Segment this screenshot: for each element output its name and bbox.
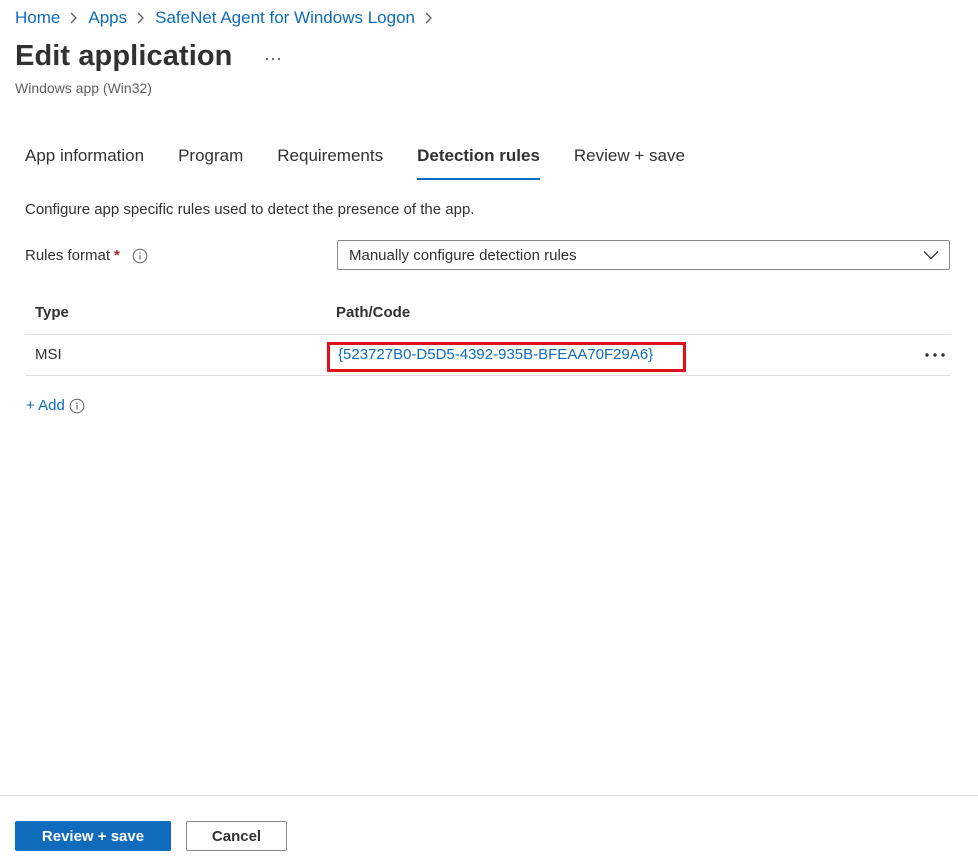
info-icon[interactable] — [69, 398, 85, 414]
section-description: Configure app specific rules used to det… — [25, 201, 475, 218]
add-rule-link[interactable]: + Add — [26, 397, 85, 414]
tab-app-information[interactable]: App information — [25, 146, 144, 180]
ellipsis-icon[interactable] — [263, 49, 283, 69]
highlight-annotation-box — [327, 342, 686, 372]
chevron-down-icon — [923, 251, 939, 260]
chevron-right-icon — [415, 7, 443, 29]
breadcrumb-app[interactable]: SafeNet Agent for Windows Logon — [155, 8, 415, 28]
rule-type-cell: MSI — [35, 346, 62, 363]
rules-format-value: Manually configure detection rules — [349, 246, 577, 264]
required-indicator: * — [114, 247, 120, 264]
rules-format-dropdown[interactable]: Manually configure detection rules — [337, 240, 950, 270]
row-more-icon[interactable] — [924, 348, 946, 360]
review-save-button[interactable]: Review + save — [15, 821, 171, 851]
tab-requirements[interactable]: Requirements — [277, 146, 383, 180]
add-rule-label: + Add — [26, 397, 65, 414]
page-title: Edit application — [15, 40, 233, 72]
footer-divider — [0, 795, 978, 796]
cancel-button[interactable]: Cancel — [186, 821, 287, 851]
rules-format-label: Rules format * — [25, 247, 148, 264]
tab-bar: App information Program Requirements Det… — [25, 146, 719, 182]
breadcrumb-home[interactable]: Home — [15, 8, 60, 28]
chevron-right-icon — [60, 7, 88, 29]
page-subtitle: Windows app (Win32) — [15, 80, 152, 96]
column-header-type: Type — [35, 304, 69, 321]
tab-review-save[interactable]: Review + save — [574, 146, 685, 180]
breadcrumb-apps[interactable]: Apps — [88, 8, 127, 28]
info-icon[interactable] — [132, 248, 148, 264]
detection-rules-table: Type Path/Code MSI {523727B0-D5D5-4392-9… — [25, 296, 951, 376]
title-row: Edit application — [15, 40, 283, 73]
tab-program[interactable]: Program — [178, 146, 243, 180]
breadcrumb: Home Apps SafeNet Agent for Windows Logo… — [15, 7, 443, 29]
column-header-path-code: Path/Code — [336, 304, 411, 321]
table-row: MSI {523727B0-D5D5-4392-935B-BFEAA70F29A… — [25, 335, 951, 376]
table-header: Type Path/Code — [25, 296, 951, 335]
rules-format-label-text: Rules format — [25, 247, 111, 264]
edit-application-page: Home Apps SafeNet Agent for Windows Logo… — [0, 0, 978, 866]
chevron-right-icon — [127, 7, 155, 29]
tab-detection-rules[interactable]: Detection rules — [417, 146, 540, 180]
